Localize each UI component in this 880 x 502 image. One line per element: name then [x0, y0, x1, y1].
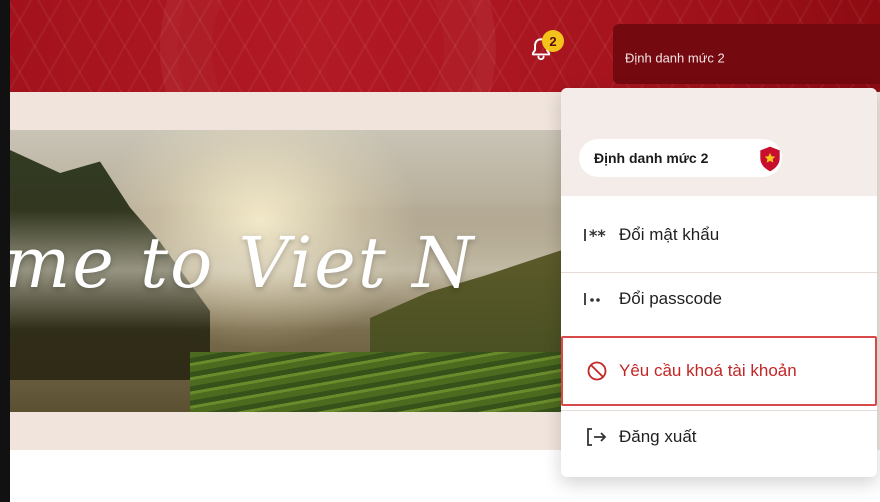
logout-icon [581, 425, 613, 449]
menu-item-request-lock-account[interactable]: Yêu cầu khoá tài khoản [561, 336, 877, 406]
highlight-box [561, 336, 877, 406]
menu-item-change-passcode[interactable]: Đổi passcode [561, 276, 877, 322]
menu-item-label: Đổi mật khẩu [619, 225, 720, 244]
password-icon: ** [581, 223, 613, 247]
shield-star-icon [760, 146, 780, 172]
window-edge [0, 0, 10, 502]
menu-item-change-password[interactable]: ** Đổi mật khẩu [561, 212, 877, 258]
user-menu-button[interactable]: Định danh mức 2 [613, 24, 880, 84]
user-identity-level: Định danh mức 2 [625, 50, 725, 66]
menu-item-label: Đổi passcode [619, 289, 723, 308]
passcode-icon [581, 287, 613, 311]
banner-field [190, 352, 562, 412]
svg-text:**: ** [589, 227, 606, 243]
dropdown-header: Định danh mức 2 [561, 88, 877, 196]
banner-welcome-text: me to Viet N [10, 222, 476, 304]
welcome-banner: me to Viet N [10, 130, 562, 412]
menu-divider [561, 410, 877, 411]
user-dropdown-menu: Định danh mức 2 ** Đổi mật khẩu Đổi pass… [561, 88, 877, 477]
menu-item-logout[interactable]: Đăng xuất [561, 414, 877, 460]
identity-level-label: Định danh mức 2 [594, 150, 709, 166]
menu-divider [561, 272, 877, 273]
notification-badge: 2 [542, 30, 564, 52]
top-header: 2 Định danh mức 2 [0, 0, 880, 92]
menu-item-label: Đăng xuất [619, 427, 697, 446]
header-ornament [160, 0, 496, 92]
identity-level-pill: Định danh mức 2 [579, 139, 782, 177]
